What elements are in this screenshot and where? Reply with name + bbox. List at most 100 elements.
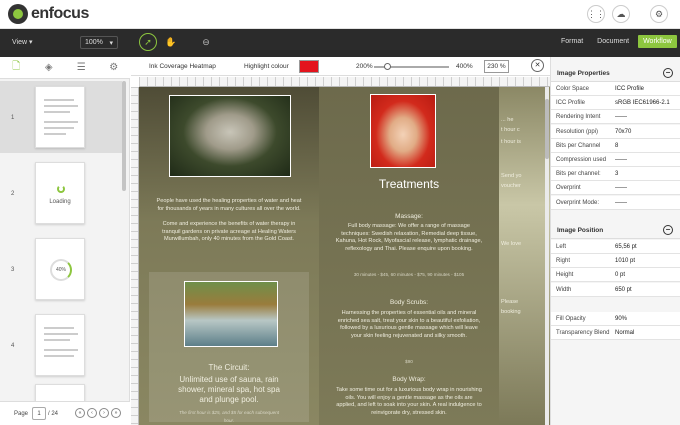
close-icon[interactable]: ✕ xyxy=(531,59,544,72)
page-navigator: Page 1 / 24 « ‹ › » xyxy=(0,401,130,425)
property-key: Overprint xyxy=(556,185,581,192)
property-key: ICC Profile xyxy=(556,100,586,107)
image-position-header[interactable]: Image Position − xyxy=(551,221,680,239)
main-toolbar: View ▾ 100% ▾ ➚ ✋ ⊖ Format Document Work… xyxy=(0,29,680,57)
tab-format[interactable]: Format xyxy=(556,35,588,48)
page-thumbnail: 40% xyxy=(35,238,85,300)
massage-hands-image[interactable] xyxy=(370,94,436,168)
hot-spa-image[interactable] xyxy=(184,281,278,347)
panel-scrollbar[interactable] xyxy=(122,81,126,191)
property-key: Left xyxy=(556,244,567,250)
document-canvas[interactable]: People have used the healing properties … xyxy=(139,87,550,425)
last-page-icon[interactable]: » xyxy=(111,408,121,418)
heatmap-toolbar: Ink Coverage Heatmap Highlight colour 20… xyxy=(131,57,550,76)
settings-doc-icon[interactable]: ⚙ xyxy=(98,57,131,78)
collapse-icon[interactable]: − xyxy=(663,225,673,235)
zoom-select[interactable]: 100% ▾ xyxy=(80,36,118,49)
property-value: —— xyxy=(615,199,627,206)
property-value: 3 xyxy=(615,171,619,178)
property-value: 650 pt xyxy=(615,286,632,293)
hand-tool-icon[interactable]: ✋ xyxy=(162,33,180,51)
property-row: Bits per Channel 8 xyxy=(551,138,680,153)
page-item-3[interactable]: 3 40% xyxy=(0,233,122,305)
property-row: Color Space ICC Profile xyxy=(551,82,680,96)
property-row: Bits per channel: 3 xyxy=(551,167,680,182)
property-value: 1010 pt xyxy=(615,258,636,265)
highlight-label: Highlight colour xyxy=(244,63,289,70)
loading-spinner-icon xyxy=(57,185,65,193)
horizontal-ruler xyxy=(139,77,550,87)
property-value: sRGB IEC61966-2.1 xyxy=(615,100,670,107)
pages-panel: 🗋 ◈ ☰ ⚙ 1 2 Loading 3 40% 4 Page 1 / 24 … xyxy=(0,57,130,425)
mode-tabs: Format Document Workflow xyxy=(556,35,677,48)
vertical-ruler xyxy=(131,87,139,425)
image-properties-header[interactable]: Image Properties − xyxy=(551,64,680,82)
view-menu[interactable]: View ▾ xyxy=(12,38,33,46)
property-row: Width 650 pt xyxy=(551,282,680,297)
property-row: Right 1010 pt xyxy=(551,254,680,269)
enfocus-logo: enfocus xyxy=(8,4,89,24)
property-value: ICC Profile xyxy=(615,86,645,92)
list-icon[interactable]: ☰ xyxy=(65,57,98,78)
highlight-color-swatch[interactable] xyxy=(299,60,319,73)
next-page-icon[interactable]: › xyxy=(99,408,109,418)
property-value: 65,56 pt xyxy=(615,244,637,250)
properties-panel: Image Properties − Color Space ICC Profil… xyxy=(550,57,680,425)
property-value: —— xyxy=(615,185,627,192)
property-key: Compression used xyxy=(556,157,607,163)
progress-ring: 40% xyxy=(50,259,72,281)
property-key: Color Space xyxy=(556,86,590,92)
slider-knob[interactable] xyxy=(384,63,392,70)
select-tool-icon[interactable]: ➚ xyxy=(139,33,157,51)
threshold-slider[interactable] xyxy=(374,63,449,70)
page-item-2[interactable]: 2 Loading xyxy=(0,157,122,229)
grid-icon[interactable]: ⋮⋮ xyxy=(587,5,605,23)
page-item-1[interactable]: 1 xyxy=(0,81,122,153)
tab-workflow[interactable]: Workflow xyxy=(638,35,677,48)
scroll-thumb[interactable] xyxy=(545,99,549,159)
property-row: Overprint —— xyxy=(551,181,680,196)
property-key: Width xyxy=(556,286,572,293)
buddha-statue-image[interactable] xyxy=(169,95,291,177)
property-row: ICC Profile sRGB IEC61966-2.1 xyxy=(551,96,680,111)
page-thumbnail xyxy=(35,384,85,401)
page-item-4[interactable]: 4 xyxy=(0,309,122,381)
property-key: Right xyxy=(556,258,571,265)
property-row: Fill Opacity 90% xyxy=(551,312,680,326)
property-key: Bits per channel: xyxy=(556,171,601,178)
property-key: Overprint Mode: xyxy=(556,199,600,206)
page-input[interactable]: 1 xyxy=(32,407,46,420)
page-thumbnail xyxy=(35,314,85,376)
property-key: Transparency Blend xyxy=(556,330,610,337)
property-key: Fill Opacity xyxy=(556,316,586,322)
tab-document[interactable]: Document xyxy=(592,35,634,48)
property-value: —— xyxy=(615,114,627,121)
pages-icon[interactable]: 🗋 xyxy=(0,57,33,78)
app-window: enfocus ⋮⋮ ☁ ⚙ View ▾ 100% ▾ ➚ ✋ ⊖ Forma… xyxy=(0,0,680,425)
property-value: Normal xyxy=(615,330,635,337)
canvas-scrollbar[interactable] xyxy=(545,87,549,425)
property-key: Height xyxy=(556,272,574,279)
property-key: Resolution (ppi) xyxy=(556,128,599,135)
property-row: Compression used —— xyxy=(551,153,680,167)
first-page-icon[interactable]: « xyxy=(75,408,85,418)
prev-page-icon[interactable]: ‹ xyxy=(87,408,97,418)
brochure-panel-2 xyxy=(319,87,499,425)
property-row: Overprint Mode: —— xyxy=(551,195,680,210)
layers-icon[interactable]: ◈ xyxy=(33,57,66,78)
collapse-icon[interactable]: − xyxy=(663,68,673,78)
property-row: Resolution (ppi) 70x70 xyxy=(551,124,680,139)
property-value: 70x70 xyxy=(615,128,632,135)
property-row: Left 65,56 pt xyxy=(551,240,680,254)
property-value: 8 xyxy=(615,142,619,149)
loading-label: Loading xyxy=(49,199,71,205)
settings-icon[interactable]: ⚙ xyxy=(650,5,668,23)
property-value: 0 pt xyxy=(615,272,626,279)
panel-tabs: 🗋 ◈ ☰ ⚙ xyxy=(0,57,130,79)
zoom-tool-icon[interactable]: ⊖ xyxy=(197,33,215,51)
threshold-input[interactable]: 230 % xyxy=(484,60,509,73)
treatments-heading: Treatments xyxy=(378,177,440,191)
cloud-upload-icon[interactable]: ☁ xyxy=(612,5,630,23)
page-item-5[interactable] xyxy=(0,379,122,401)
property-row: Transparency Blend Normal xyxy=(551,326,680,341)
